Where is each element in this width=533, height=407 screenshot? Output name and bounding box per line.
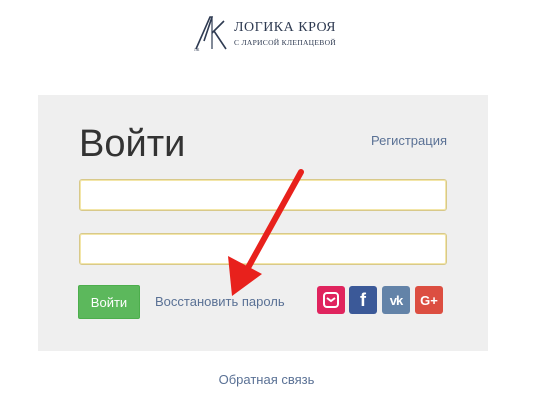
register-link[interactable]: Регистрация [371, 133, 447, 148]
gmail-icon [323, 292, 339, 308]
site-logo[interactable]: ЛК ЛОГИКА КРОЯ С ЛАРИСОЙ КЛЕПАЦЕВОЙ [190, 13, 340, 53]
google-plus-login-button[interactable]: G+ [415, 286, 443, 314]
facebook-icon: f [360, 289, 366, 310]
gmail-login-button[interactable] [317, 286, 345, 314]
feedback-link[interactable]: Обратная связь [0, 372, 533, 387]
feedback-link-label: Обратная связь [218, 372, 315, 387]
password-input[interactable] [79, 233, 447, 265]
logo-subtitle: С ЛАРИСОЙ КЛЕПАЦЕВОЙ [234, 38, 337, 47]
google-plus-icon: G+ [420, 292, 438, 308]
restore-password-link[interactable]: Восстановить пароль [155, 294, 285, 309]
page-title: Войти [79, 123, 186, 165]
vk-login-button[interactable]: vk [382, 286, 410, 314]
login-panel: Войти Регистрация Войти Восстановить пар… [38, 95, 488, 351]
vk-icon: vk [389, 292, 404, 308]
logo-title: ЛОГИКА КРОЯ [234, 20, 336, 35]
logo-monogram: ЛК [194, 47, 200, 52]
logo-monogram-icon: ЛК [194, 16, 227, 52]
facebook-login-button[interactable]: f [349, 286, 377, 314]
login-button[interactable]: Войти [78, 285, 140, 319]
username-input[interactable] [79, 179, 447, 211]
